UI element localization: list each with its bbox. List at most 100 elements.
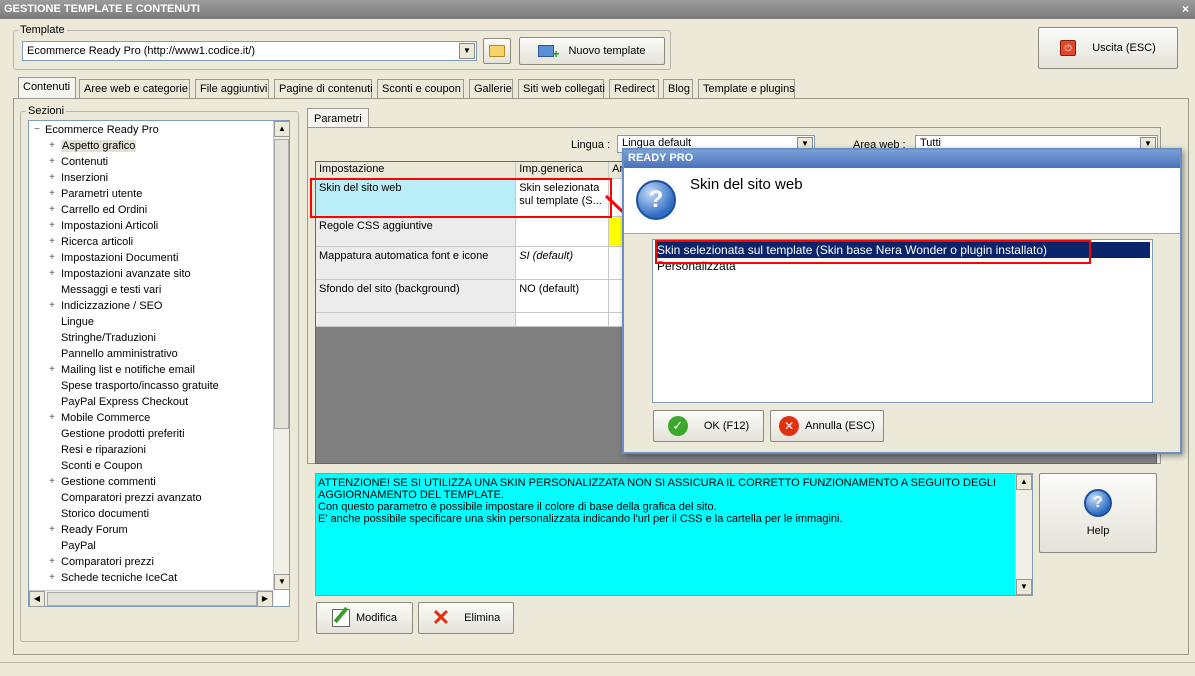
setting-name[interactable]: Sfondo del sito (background) xyxy=(316,279,517,313)
setting-value[interactable] xyxy=(515,216,610,247)
tree-item-label: Lingue xyxy=(61,316,95,328)
window-title: GESTIONE TEMPLATE E CONTENUTI xyxy=(4,3,200,15)
new-template-button[interactable]: + Nuovo template xyxy=(519,37,665,65)
template-select-value: Ecommerce Ready Pro (http://www1.codice.… xyxy=(27,45,256,57)
column-header[interactable]: Imp.generica xyxy=(515,162,610,179)
tree-item-label: Comparatori prezzi xyxy=(61,556,154,568)
scroll-up-icon[interactable]: ▲ xyxy=(274,121,290,137)
close-icon[interactable]: × xyxy=(1182,2,1189,16)
tree-item-label: Contenuti xyxy=(61,156,109,168)
expand-icon[interactable]: + xyxy=(47,556,57,567)
modify-button[interactable]: Modifica xyxy=(316,602,413,634)
tree-vertical-scrollbar[interactable]: ▲ ▼ xyxy=(273,121,290,590)
window-titlebar: GESTIONE TEMPLATE E CONTENUTI × xyxy=(0,0,1195,19)
scroll-left-icon[interactable]: ◀ xyxy=(29,591,45,607)
expand-icon[interactable]: + xyxy=(47,220,57,231)
scroll-down-icon[interactable]: ▼ xyxy=(1016,579,1032,595)
help-button[interactable]: ? Help xyxy=(1039,473,1157,553)
dialog-heading: Skin del sito web xyxy=(690,176,803,193)
ok-button[interactable]: ✓ OK (F12) xyxy=(653,410,764,442)
chevron-down-icon[interactable]: ▼ xyxy=(459,43,475,59)
tab-9[interactable]: Template e plugins xyxy=(698,79,795,98)
open-folder-button[interactable] xyxy=(483,38,511,64)
expand-icon[interactable]: + xyxy=(47,204,57,215)
template-select[interactable]: Ecommerce Ready Pro (http://www1.codice.… xyxy=(22,41,477,61)
expand-icon[interactable]: + xyxy=(47,156,57,167)
tree-item-label: Mobile Commerce xyxy=(61,412,151,424)
sections-tree[interactable]: − Ecommerce Ready Pro + Aspetto grafico + C… xyxy=(28,120,290,607)
tab-0[interactable]: Contenuti xyxy=(18,77,76,99)
tree-item-label: Mailing list e notifiche email xyxy=(61,364,195,376)
language-label: Lingua : xyxy=(571,139,611,151)
setting-value[interactable]: NO (default) xyxy=(515,279,610,313)
expand-icon[interactable]: + xyxy=(47,188,57,199)
tree-item-label: Impostazioni Articoli xyxy=(61,220,159,232)
cancel-button[interactable]: ✕ Annulla (ESC) xyxy=(770,410,884,442)
setting-name[interactable]: Regole CSS aggiuntive xyxy=(316,216,517,247)
tree-item-label: Aspetto grafico xyxy=(61,140,137,152)
tree-horizontal-scrollbar[interactable]: ◀ ▶ xyxy=(29,590,274,607)
highlight-box xyxy=(310,178,612,218)
tree-item-label: Indicizzazione / SEO xyxy=(61,300,163,312)
tree-item-label: Ready Forum xyxy=(61,524,128,536)
info-scrollbar[interactable]: ▲ ▼ xyxy=(1015,474,1032,595)
scroll-right-icon[interactable]: ▶ xyxy=(257,591,273,607)
info-warning: ATTENZIONE! SE SI UTILIZZA UNA SKIN PERS… xyxy=(318,477,997,501)
tab-6[interactable]: Siti web collegati xyxy=(518,79,605,98)
column-header[interactable]: Impostazione xyxy=(316,162,517,179)
expand-icon[interactable]: + xyxy=(47,300,57,311)
exit-button[interactable]: ⏻ Uscita (ESC) xyxy=(1038,27,1178,69)
folder-icon xyxy=(489,45,505,57)
dialog-titlebar: READY PRO xyxy=(624,150,1180,168)
tab-5[interactable]: Gallerie xyxy=(469,79,513,98)
expand-icon[interactable]: + xyxy=(47,412,57,423)
scroll-up-icon[interactable]: ▲ xyxy=(1016,474,1032,490)
tab-parametri[interactable]: Parametri xyxy=(307,108,369,128)
delete-button[interactable]: ✕ Elimina xyxy=(418,602,514,634)
tab-8[interactable]: Blog xyxy=(663,79,693,98)
tree-item-label: Pannello amministrativo xyxy=(61,348,178,360)
setting-name[interactable]: Mappatura automatica font e icone xyxy=(316,246,517,280)
expand-icon[interactable]: + xyxy=(47,364,57,375)
expand-icon[interactable]: + xyxy=(47,140,57,151)
tab-2[interactable]: File aggiuntivi xyxy=(195,79,269,98)
template-group-label: Template xyxy=(18,24,67,36)
expand-icon[interactable]: + xyxy=(47,252,57,263)
tree-item-label: Storico documenti xyxy=(61,508,150,520)
setting-value[interactable]: SI (default) xyxy=(515,246,610,280)
power-icon: ⏻ xyxy=(1060,40,1077,56)
skin-dialog: READY PRO ? Skin del sito web Skin selez… xyxy=(622,148,1182,454)
expand-icon[interactable]: + xyxy=(47,236,57,247)
cancel-label: Annulla (ESC) xyxy=(805,420,875,432)
info-textarea[interactable]: ATTENZIONE! SE SI UTILIZZA UNA SKIN PERS… xyxy=(315,473,1033,596)
tree-item-label: Sconti e Coupon xyxy=(61,460,143,472)
expand-icon[interactable]: + xyxy=(47,476,57,487)
expand-icon[interactable]: + xyxy=(47,572,57,583)
scroll-down-icon[interactable]: ▼ xyxy=(274,574,290,590)
tree-item-label: Ricerca articoli xyxy=(61,236,134,248)
tree-item-label: Carrello ed Ordini xyxy=(61,204,148,216)
tab-3[interactable]: Pagine di contenuti xyxy=(274,79,373,98)
expand-icon[interactable]: + xyxy=(47,524,57,535)
cancel-icon: ✕ xyxy=(779,416,800,436)
expand-icon[interactable]: + xyxy=(47,268,57,279)
tab-7[interactable]: Redirect xyxy=(609,79,659,98)
hscroll-thumb[interactable] xyxy=(47,592,257,606)
tree-item-label: Messaggi e testi vari xyxy=(61,284,162,296)
tree-item-label: Impostazioni Documenti xyxy=(61,252,179,264)
x-icon: ✕ xyxy=(431,605,451,630)
collapse-icon[interactable]: − xyxy=(32,124,42,135)
sections-label: Sezioni xyxy=(26,105,67,117)
tab-1[interactable]: Aree web e categorie xyxy=(79,79,190,98)
tab-4[interactable]: Sconti e coupon xyxy=(377,79,464,98)
ok-label: OK (F12) xyxy=(703,420,750,432)
tree-item-label: Schede tecniche IceCat xyxy=(61,572,178,584)
check-icon: ✓ xyxy=(667,416,688,436)
new-template-label: Nuovo template xyxy=(568,45,646,57)
dialog-header: ? Skin del sito web xyxy=(624,168,1180,234)
tree-item-label: Comparatori prezzi avanzato xyxy=(61,492,202,504)
tree-item-label: Stringhe/Traduzioni xyxy=(61,332,156,344)
expand-icon[interactable]: + xyxy=(47,172,57,183)
question-icon: ? xyxy=(636,180,676,220)
scroll-thumb[interactable] xyxy=(274,139,289,429)
